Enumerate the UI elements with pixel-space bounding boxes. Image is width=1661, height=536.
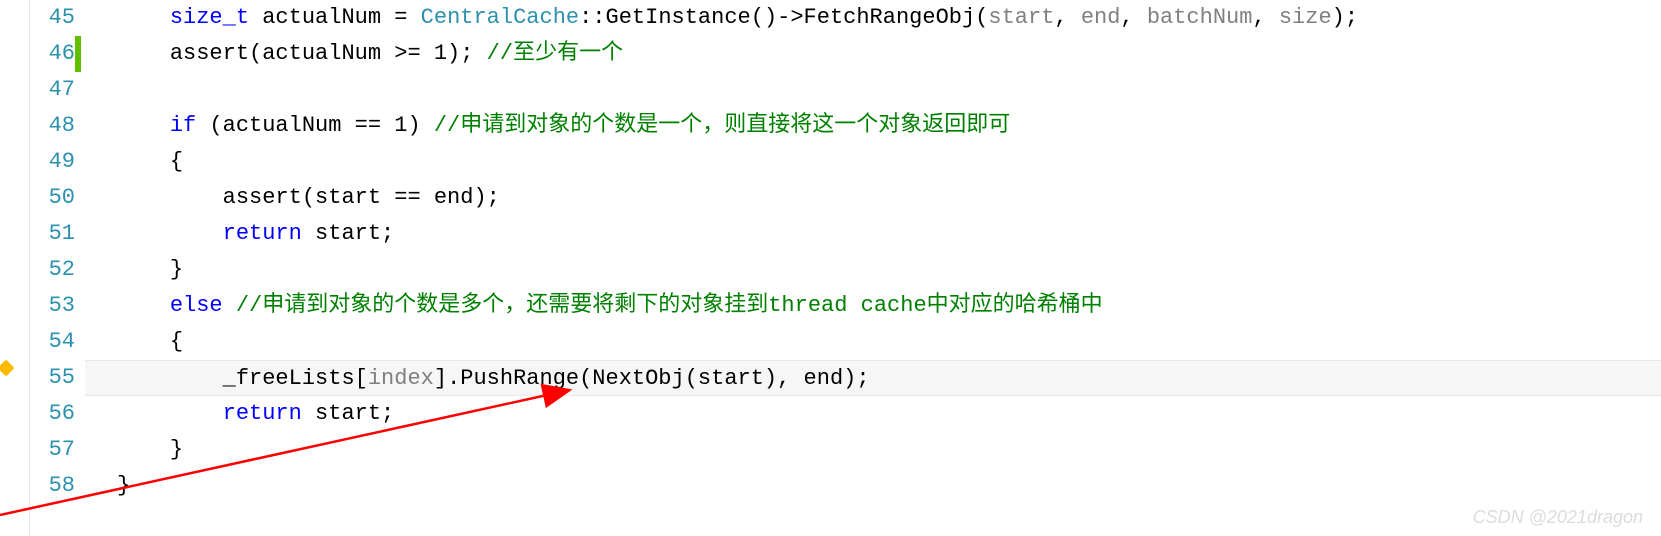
line-number[interactable]: 47 — [30, 72, 75, 108]
type-name: CentralCache — [421, 5, 579, 30]
code-text: ].PushRange(NextObj(start), end); — [434, 366, 870, 391]
comment: //申请到对象的个数是多个，还需要将剩下的对象挂到thread cache中对应… — [236, 293, 1103, 318]
line-number[interactable]: 50 — [30, 180, 75, 216]
indent — [117, 185, 223, 210]
code-text: _freeLists[ — [223, 366, 368, 391]
param: size — [1279, 5, 1332, 30]
param: index — [368, 366, 434, 391]
code-text: { — [170, 329, 183, 354]
indent — [117, 113, 170, 138]
code-line[interactable]: } — [117, 432, 1661, 468]
comment: //至少有一个 — [487, 41, 623, 66]
indent — [117, 257, 170, 282]
indent — [117, 329, 170, 354]
code-text: } — [117, 473, 130, 498]
line-number-gutter: 45 46 47 48 49 50 51 52 53 54 55 56 57 5… — [30, 0, 85, 536]
line-number[interactable]: 58 — [30, 468, 75, 504]
code-text: assert(actualNum >= 1); — [170, 41, 487, 66]
line-number[interactable]: 55 — [30, 360, 75, 396]
code-line[interactable]: return start; — [117, 396, 1661, 432]
indent — [117, 366, 223, 391]
param: batchNum — [1147, 5, 1253, 30]
code-text: start; — [302, 401, 394, 426]
code-line[interactable]: { — [117, 144, 1661, 180]
indent — [117, 41, 170, 66]
code-line[interactable]: assert(start == end); — [117, 180, 1661, 216]
indent — [117, 149, 170, 174]
line-number[interactable]: 52 — [30, 252, 75, 288]
code-text: ::GetInstance()->FetchRangeObj( — [579, 5, 988, 30]
code-text: , — [1252, 5, 1278, 30]
code-line[interactable]: if (actualNum == 1) //申请到对象的个数是一个，则直接将这一… — [117, 108, 1661, 144]
code-line[interactable]: size_t actualNum = CentralCache::GetInst… — [117, 0, 1661, 36]
indent — [117, 293, 170, 318]
code-text: assert(start == end); — [223, 185, 500, 210]
line-number[interactable]: 48 — [30, 108, 75, 144]
code-line[interactable]: } — [117, 252, 1661, 288]
keyword: return — [223, 221, 302, 246]
indicator-margin — [0, 0, 12, 536]
line-number[interactable]: 51 — [30, 216, 75, 252]
code-line[interactable]: else //申请到对象的个数是多个，还需要将剩下的对象挂到thread cac… — [117, 288, 1661, 324]
code-text: , — [1120, 5, 1146, 30]
indent — [117, 437, 170, 462]
code-line[interactable]: { — [117, 324, 1661, 360]
comment: //申请到对象的个数是一个，则直接将这一个对象返回即可 — [434, 113, 1010, 138]
keyword: if — [170, 113, 196, 138]
code-text: actualNum = — [249, 5, 421, 30]
code-text: ); — [1332, 5, 1358, 30]
current-execution-line[interactable]: _freeLists[index].PushRange(NextObj(star… — [85, 360, 1661, 396]
code-text: } — [170, 437, 183, 462]
code-area[interactable]: size_t actualNum = CentralCache::GetInst… — [85, 0, 1661, 536]
code-line[interactable]: return start; — [117, 216, 1661, 252]
watermark: CSDN @2021dragon — [1473, 507, 1643, 528]
param: start — [988, 5, 1054, 30]
code-line[interactable]: } — [117, 468, 1661, 504]
outline-margin[interactable] — [12, 0, 30, 536]
line-number[interactable]: 56 — [30, 396, 75, 432]
code-line[interactable] — [117, 72, 1661, 108]
line-number[interactable]: 53 — [30, 288, 75, 324]
param: end — [1081, 5, 1121, 30]
indent — [117, 401, 223, 426]
code-editor: 45 46 47 48 49 50 51 52 53 54 55 56 57 5… — [0, 0, 1661, 536]
code-text — [223, 293, 236, 318]
line-number[interactable]: 49 — [30, 144, 75, 180]
indent — [117, 221, 223, 246]
line-number[interactable]: 46 — [30, 36, 75, 72]
line-number[interactable]: 57 — [30, 432, 75, 468]
code-text: { — [170, 149, 183, 174]
keyword: return — [223, 401, 302, 426]
keyword: size_t — [170, 5, 249, 30]
line-number[interactable]: 54 — [30, 324, 75, 360]
indent — [117, 5, 170, 30]
line-number[interactable]: 45 — [30, 0, 75, 36]
code-text: (actualNum == 1) — [196, 113, 434, 138]
code-line[interactable]: assert(actualNum >= 1); //至少有一个 — [117, 36, 1661, 72]
code-text: } — [170, 257, 183, 282]
code-text: start; — [302, 221, 394, 246]
keyword: else — [170, 293, 223, 318]
code-text: , — [1054, 5, 1080, 30]
